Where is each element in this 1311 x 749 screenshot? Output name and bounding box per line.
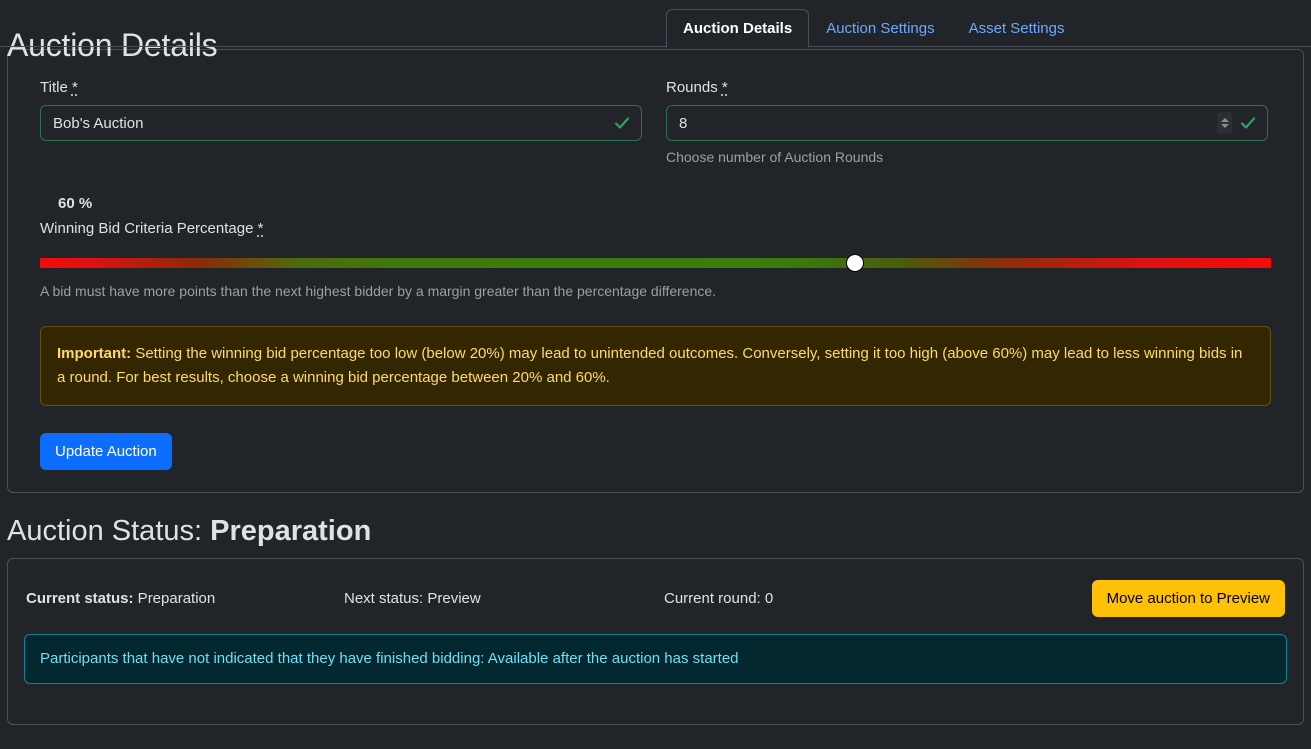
rounds-label: Rounds * — [666, 78, 1268, 97]
title-field-group: Title * — [40, 78, 642, 166]
tab-bar: Auction Details Auction Settings Asset S… — [666, 9, 1081, 47]
title-required-marker: * — [72, 79, 78, 96]
current-status-label: Current status: — [26, 590, 134, 607]
title-label-text: Title — [40, 79, 68, 96]
page-header: Auction Details Auction Details Auction … — [0, 0, 1311, 47]
winning-bid-label: Winning Bid Criteria Percentage * — [40, 219, 1271, 238]
move-auction-to-preview-button[interactable]: Move auction to Preview — [1092, 580, 1285, 617]
slider-thumb[interactable] — [846, 254, 864, 272]
rounds-input[interactable] — [666, 105, 1268, 141]
title-label: Title * — [40, 78, 642, 97]
auction-status-heading: Auction Status: Preparation — [7, 513, 1311, 549]
current-status-value: Preparation — [134, 590, 216, 607]
current-status-item: Current status: Preparation — [26, 589, 344, 608]
slider-track — [40, 258, 1271, 268]
important-warning-alert: Important: Setting the winning bid perce… — [40, 326, 1271, 406]
winning-bid-help-text: A bid must have more points than the nex… — [40, 282, 1271, 300]
chevron-up-icon[interactable] — [1221, 118, 1229, 122]
status-row: Current status: Preparation Next status:… — [24, 575, 1287, 621]
winning-bid-group: 60 % Winning Bid Criteria Percentage * A… — [40, 194, 1271, 300]
tab-auction-settings[interactable]: Auction Settings — [809, 9, 951, 48]
winning-bid-label-text: Winning Bid Criteria Percentage — [40, 220, 253, 237]
winning-bid-slider[interactable] — [40, 254, 1271, 272]
stepper-icon[interactable] — [1217, 112, 1232, 134]
next-status-item: Next status: Preview — [344, 589, 664, 608]
form-top-row: Title * Rounds * — [40, 78, 1271, 166]
title-input[interactable] — [40, 105, 642, 141]
winning-bid-required-marker: * — [258, 220, 264, 237]
winning-bid-value: 60 % — [58, 194, 1271, 213]
participants-info-alert: Participants that have not indicated tha… — [24, 634, 1287, 684]
update-auction-button[interactable]: Update Auction — [40, 433, 172, 470]
rounds-field-group: Rounds * Choose number of Auction Rounds — [666, 78, 1268, 166]
auction-status-heading-value: Preparation — [210, 515, 371, 547]
auction-details-card: Title * Rounds * — [7, 49, 1304, 493]
tab-auction-details[interactable]: Auction Details — [666, 9, 809, 48]
rounds-input-wrap — [666, 105, 1268, 141]
chevron-down-icon[interactable] — [1221, 124, 1229, 128]
rounds-label-text: Rounds — [666, 79, 718, 96]
title-input-wrap — [40, 105, 642, 141]
rounds-required-marker: * — [722, 79, 728, 96]
tabs-divider — [0, 46, 1311, 47]
warning-strong-label: Important: — [57, 345, 131, 362]
auction-status-heading-prefix: Auction Status: — [7, 515, 210, 547]
auction-status-card: Current status: Preparation Next status:… — [7, 558, 1304, 725]
warning-body-text: Setting the winning bid percentage too l… — [57, 345, 1242, 386]
tab-asset-settings[interactable]: Asset Settings — [952, 9, 1082, 48]
rounds-help-text: Choose number of Auction Rounds — [666, 148, 1268, 166]
current-round-item: Current round: 0 — [664, 589, 1092, 608]
